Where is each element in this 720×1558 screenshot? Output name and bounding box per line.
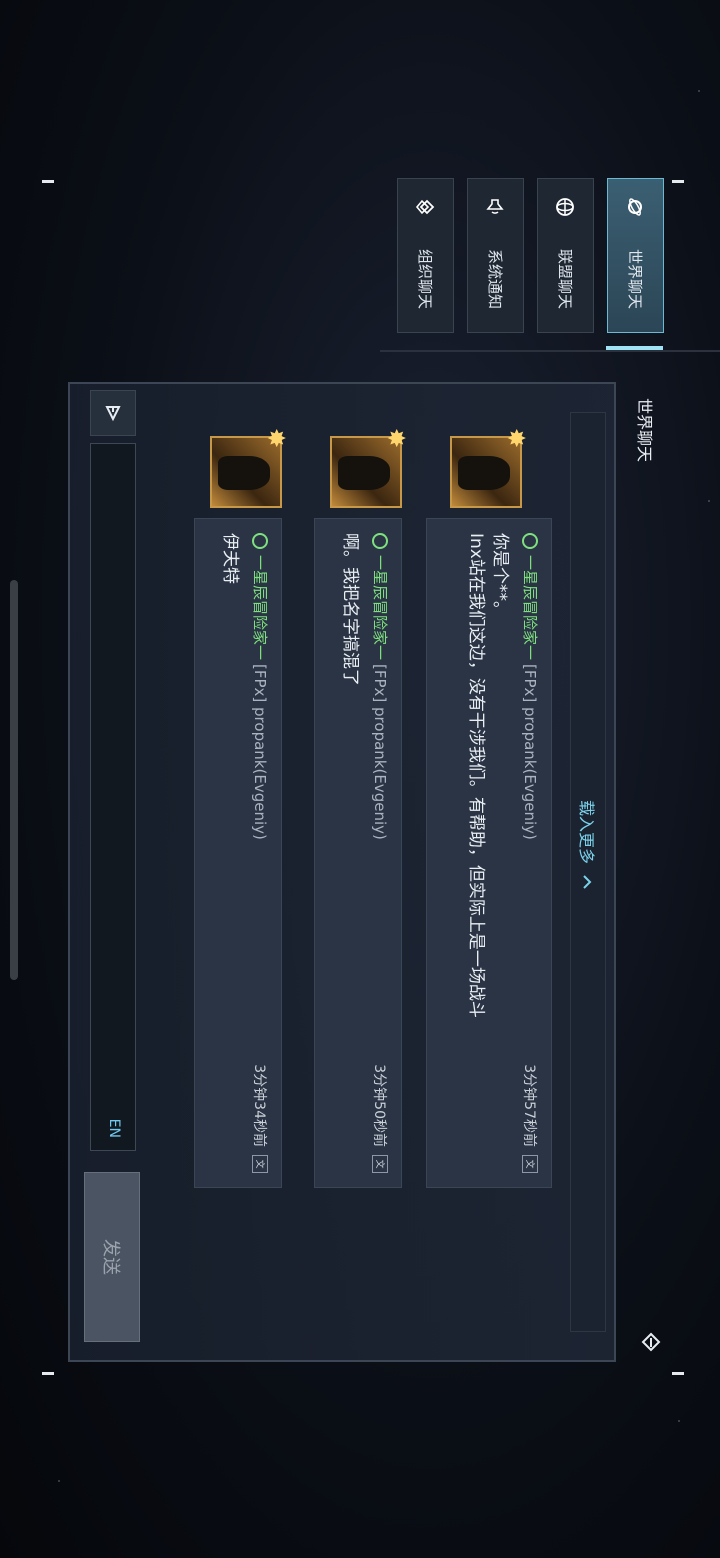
rotated-canvas: 世界聊天 联盟聊天 系统通知 组织聊天 世界聊天 载入更多 ✸ 一星辰冒险家一 … <box>0 0 720 1558</box>
spark-icon: ✸ <box>382 428 410 449</box>
badge-icon <box>252 533 269 549</box>
guild-name: 一星辰冒险家一 <box>251 555 269 661</box>
list-item: 一星辰冒险家一 [FPx] propank(Evgeniy) 3分钟57秒前 文… <box>426 518 552 1188</box>
send-button[interactable]: 发送 <box>84 1172 140 1342</box>
collapse-icon <box>105 406 121 422</box>
corner-marker <box>672 180 684 183</box>
guild-name: 一星辰冒险家一 <box>371 555 389 661</box>
guild-name: 一星辰冒险家一 <box>521 555 539 661</box>
speaker-icon <box>486 197 506 217</box>
user-name[interactable]: [FPx] propank(Evgeniy) <box>252 664 270 840</box>
chat-input[interactable]: EN <box>90 443 136 1151</box>
translate-icon[interactable]: 文 <box>372 1155 389 1173</box>
timestamp: 3分钟50秒前 文 <box>371 1064 391 1173</box>
time-text: 3分钟57秒前 <box>521 1064 538 1147</box>
tab-world-chat[interactable]: 世界聊天 <box>607 178 664 333</box>
avatar[interactable]: ✸ <box>330 428 410 508</box>
scroll-handle[interactable] <box>10 580 18 980</box>
list-item: 一星辰冒险家一 [FPx] propank(Evgeniy) 3分钟50秒前 文… <box>314 518 402 1188</box>
chat-header: 世界聊天 <box>627 382 665 1362</box>
spark-icon: ✸ <box>262 428 290 449</box>
list-item: 一星辰冒险家一 [FPx] propank(Evgeniy) 3分钟34秒前 文… <box>194 518 282 1188</box>
user-name[interactable]: [FPx] propank(Evgeniy) <box>522 664 540 840</box>
avatar[interactable]: ✸ <box>210 428 290 508</box>
message-text: 啊。我把名字搞混了 <box>340 533 360 686</box>
translate-icon[interactable]: 文 <box>522 1155 539 1173</box>
timestamp: 3分钟34秒前 文 <box>251 1064 271 1173</box>
tab-label: 世界聊天 <box>626 249 644 310</box>
spark-icon: ✸ <box>502 428 530 449</box>
load-more-label: 载入更多 <box>577 800 596 865</box>
lang-toggle[interactable]: EN <box>106 1119 122 1138</box>
planet-icon <box>626 197 646 217</box>
corner-marker <box>672 1372 684 1375</box>
tab-system-notice[interactable]: 系统通知 <box>467 178 524 333</box>
message-text: 伊夫特 <box>220 533 240 584</box>
globe-icon <box>556 197 576 217</box>
badge-icon <box>372 533 389 549</box>
avatar[interactable]: ✸ <box>450 428 530 508</box>
tab-alliance-chat[interactable]: 联盟聊天 <box>537 178 594 333</box>
message-text: 你是个**。 Inx站在我们这边，没有干涉我们。有帮助，但实际上是一场战斗 <box>466 533 510 1018</box>
tab-label: 系统通知 <box>486 249 504 310</box>
collapse-button[interactable] <box>90 390 136 436</box>
corner-marker <box>42 1372 54 1375</box>
tab-label: 联盟聊天 <box>556 249 574 310</box>
divider <box>380 350 720 352</box>
user-name[interactable]: [FPx] propank(Evgeniy) <box>372 664 390 840</box>
badge-icon <box>522 533 539 549</box>
load-more-button[interactable]: 载入更多 <box>576 800 600 890</box>
time-text: 3分钟34秒前 <box>251 1064 268 1147</box>
translate-icon[interactable]: 文 <box>252 1155 269 1173</box>
tab-org-chat[interactable]: 组织聊天 <box>397 178 454 333</box>
tab-label: 组织聊天 <box>416 249 434 310</box>
org-icon <box>416 197 436 217</box>
exit-icon[interactable] <box>637 1328 665 1356</box>
chevron-up-icon <box>583 875 592 889</box>
page-title: 世界聊天 <box>635 398 654 463</box>
timestamp: 3分钟57秒前 文 <box>521 1064 541 1173</box>
time-text: 3分钟50秒前 <box>371 1064 388 1147</box>
corner-marker <box>42 180 54 183</box>
